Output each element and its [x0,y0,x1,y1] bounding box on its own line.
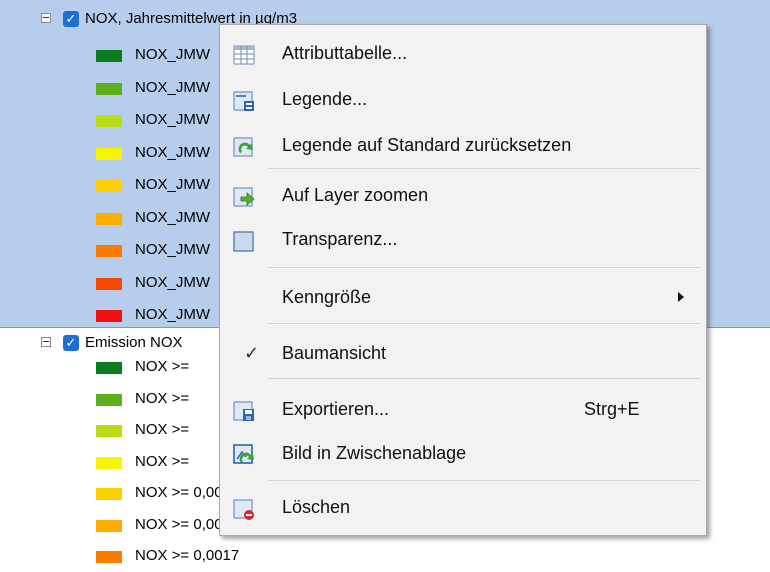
menu-item-shortcut: Strg+E [584,399,640,419]
menu-item-delete[interactable]: Löschen [220,487,706,527]
legend-class-label: NOX >= 0,0017 [135,547,240,564]
legend-color-swatch [96,425,122,437]
legend-class-item[interactable]: NOX_JMW [0,42,210,68]
layer-group-label: Emission NOX [85,334,183,351]
legend-class-item[interactable]: NOX_JMW [0,205,210,231]
legend-class-label: NOX >= [135,358,190,375]
legend-color-swatch [96,82,122,95]
menu-item-label: Legende auf Standard zurücksetzen [282,135,572,155]
legend-color-swatch [96,310,122,322]
legend-class-label: NOX_JMW [135,273,210,291]
menu-item-tree-view[interactable]: ✓ Baumansicht [220,333,706,373]
legend-class-label: NOX_JMW [135,78,210,96]
legend-class-item[interactable]: NOX >= [0,386,200,412]
legend-class-item[interactable]: NOX >= [0,449,200,475]
legend-class-item[interactable]: NOX_JMW [0,172,210,198]
legend-class-item[interactable]: NOX >= [0,354,200,380]
layer-visibility-checkbox[interactable]: ✓ [63,11,79,27]
legend-color-swatch [96,147,122,160]
menu-item-label: Exportieren... [282,399,390,419]
legend-color-swatch [96,115,122,127]
checkmark-icon: ✓ [244,343,260,363]
clipboard-image-icon [232,441,256,465]
menu-item-label: Legende... [282,89,368,109]
legend-class-item[interactable]: NOX_JMW [0,237,210,263]
menu-item-label: Auf Layer zoomen [282,185,429,205]
legend-color-swatch [96,180,122,192]
menu-item-label: Transparenz... [282,229,398,249]
zoom-layer-icon [232,183,256,207]
menu-separator [268,267,700,268]
legend-icon [232,87,256,111]
collapse-icon[interactable] [41,337,51,347]
layer-visibility-checkbox[interactable]: ✓ [63,335,79,351]
legend-color-swatch [96,362,122,374]
menu-item-transparency[interactable]: Transparenz... [220,219,706,259]
delete-icon [232,495,256,520]
transparency-icon [232,227,256,252]
legend-class-label: NOX_JMW [135,208,210,226]
context-menu: Attributtabelle... Legende... Legende au… [219,24,707,536]
legend-color-swatch [96,212,122,225]
legend-class-label: NOX_JMW [135,241,210,258]
menu-separator [268,480,700,481]
legend-color-swatch [96,50,122,62]
legend-class-label: NOX_JMW [135,306,210,323]
collapse-icon[interactable] [41,13,51,23]
legend-color-swatch [96,393,122,406]
menu-separator [268,378,700,379]
menu-item-label: Bild in Zwischenablage [282,443,467,463]
legend-class-item[interactable]: NOX >= 0,0014 [0,480,239,506]
legend-class-label: NOX_JMW [135,46,210,63]
menu-item-label: Attributtabelle... [282,43,408,63]
legend-class-label: NOX_JMW [135,143,210,161]
legend-color-swatch [96,551,122,563]
legend-class-label: NOX_JMW [135,111,210,128]
menu-item-label: Kenngröße [282,287,372,307]
legend-class-item[interactable]: NOX_JMW [0,270,210,296]
menu-item-legend[interactable]: Legende... [220,79,706,119]
legend-color-swatch [96,519,122,532]
legend-class-label: NOX >= [135,452,190,470]
menu-separator [268,168,700,169]
legend-class-item[interactable]: NOX_JMW [0,75,210,101]
menu-item-label: Baumansicht [282,343,387,363]
legend-class-item[interactable]: NOX >= 0,0017 [0,543,239,569]
legend-color-swatch [96,277,122,290]
legend-class-label: NOX >= [135,421,190,438]
legend-class-item[interactable]: NOX >= 0,0014 [0,512,239,538]
legend-class-item[interactable]: NOX_JMW [0,140,210,166]
menu-item-copy-image-clipboard[interactable]: Bild in Zwischenablage [220,433,706,473]
submenu-arrow-icon [678,292,684,302]
menu-item-attribute-table[interactable]: Attributtabelle... [220,33,706,73]
table-icon [232,41,256,65]
legend-color-swatch [96,456,122,469]
legend-class-item[interactable]: NOX_JMW [0,302,210,328]
legend-color-swatch [96,245,122,257]
legend-class-label: NOX >= [135,389,190,407]
export-icon [232,397,256,421]
legend-color-swatch [96,488,122,500]
legend-reset-icon [232,133,256,157]
menu-item-legend-reset[interactable]: Legende auf Standard zurücksetzen [220,125,706,165]
legend-class-item[interactable]: NOX >= [0,417,200,443]
menu-item-export[interactable]: Exportieren... Strg+E [220,389,706,429]
menu-item-zoom-to-layer[interactable]: Auf Layer zoomen [220,175,706,215]
menu-item-label: Löschen [282,497,351,517]
legend-class-item[interactable]: NOX_JMW [0,107,210,133]
menu-separator [268,323,700,324]
legend-class-label: NOX_JMW [135,176,210,193]
menu-item-kenngroesse[interactable]: Kenngröße [220,277,706,317]
